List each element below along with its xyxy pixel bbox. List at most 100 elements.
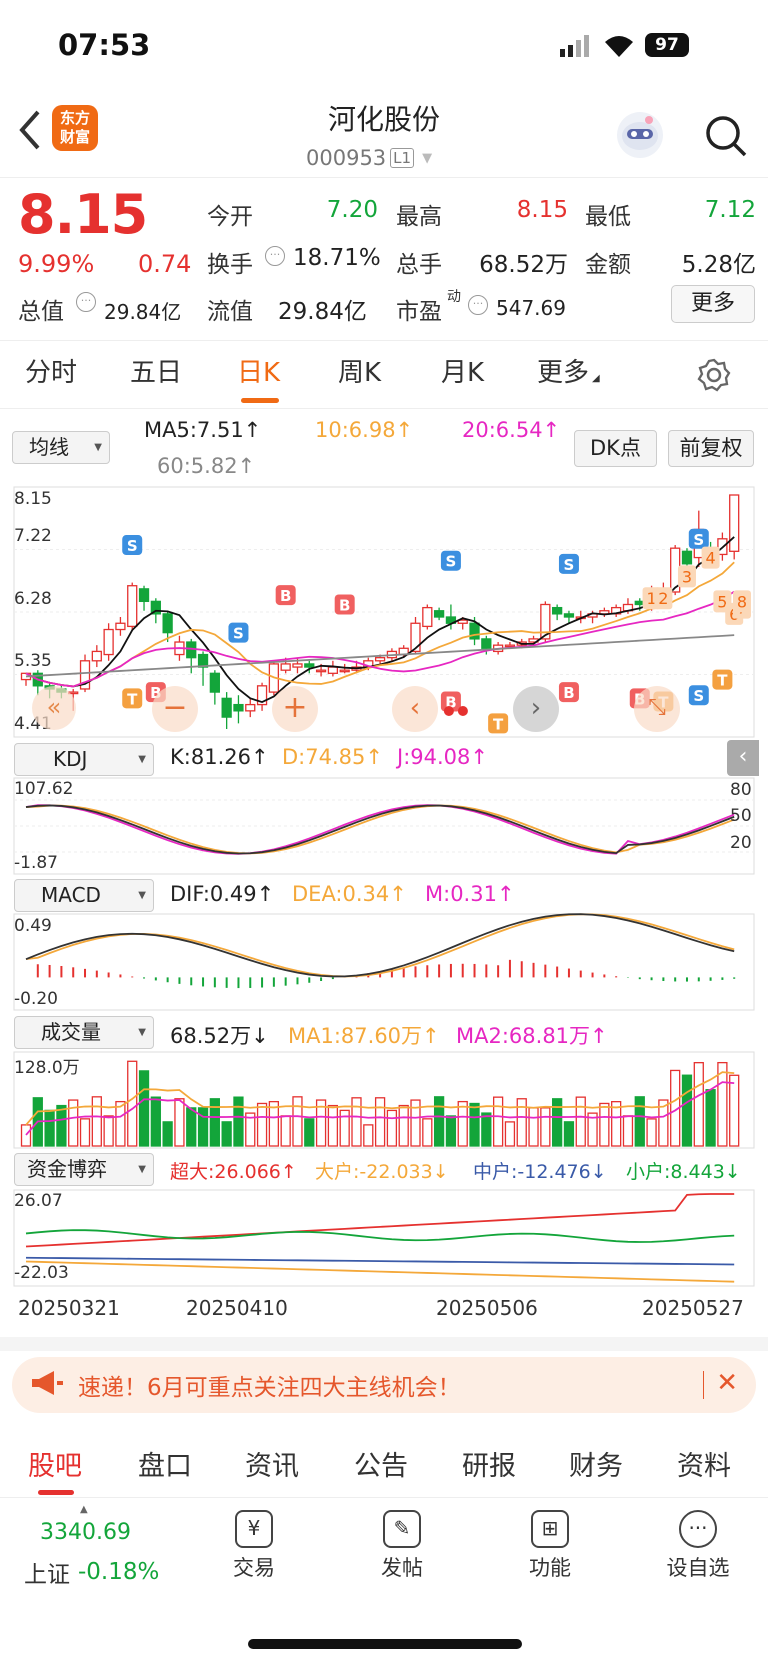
info-icon[interactable]: ···: [76, 292, 96, 312]
svg-text:B: B: [339, 596, 350, 614]
tab-2[interactable]: 日K: [237, 352, 280, 403]
candle: [256, 682, 268, 711]
volume-label: 总手: [396, 252, 442, 278]
signal-marker: S: [122, 535, 143, 556]
info-icon[interactable]: ···: [468, 295, 488, 315]
date-label: 20250527: [642, 1296, 744, 1320]
volume-bar: [127, 1060, 138, 1147]
volume-bar: [386, 1109, 398, 1147]
funds-selector[interactable]: 资金博弈 ▼: [14, 1153, 154, 1186]
period-tabs: 分时 五日 日K 周K 月K 更多 ◢: [0, 352, 700, 403]
high-label: 最高: [396, 204, 442, 230]
event-dot: [457, 706, 468, 716]
zoom-out-button[interactable]: −: [152, 686, 198, 732]
content-tab-6[interactable]: 资料: [677, 1444, 731, 1483]
megaphone-icon: [30, 1370, 64, 1400]
signal-marker: S: [688, 685, 709, 706]
battery-icon: 97: [645, 33, 689, 57]
toolbar-post[interactable]: ✎ 发帖: [328, 1510, 476, 1582]
tab-4[interactable]: 月K: [441, 352, 484, 389]
scroll-left-button[interactable]: «: [32, 686, 76, 730]
content-tab-0[interactable]: 股吧: [28, 1444, 82, 1495]
volume-bar: [705, 1089, 716, 1147]
collapse-panel-button[interactable]: ‹: [727, 740, 759, 776]
ma-selector-label: 均线: [29, 435, 69, 459]
funds-chart: [13, 1189, 755, 1287]
candle: [221, 692, 232, 729]
volume-bar: [729, 1074, 740, 1147]
volume-bar: [209, 1098, 220, 1147]
toolbar-function[interactable]: ⊞ 功能: [476, 1510, 624, 1582]
volume-bar: [103, 1115, 114, 1147]
ma60-line: [25, 634, 735, 678]
index-name: 上证: [24, 1562, 70, 1588]
kdj-selector[interactable]: KDJ ▼: [14, 743, 154, 776]
high-value: 8.15: [516, 197, 568, 223]
volume-bar: [174, 1098, 185, 1147]
wave-number: 4: [701, 546, 720, 569]
tab-1[interactable]: 五日: [130, 352, 182, 389]
dk-point-button[interactable]: DK点: [574, 430, 657, 467]
volume-selector[interactable]: 成交量 ▼: [14, 1016, 154, 1049]
ma-selector[interactable]: 均线 ▼: [12, 431, 110, 464]
macd-m-value: M:0.31↑: [425, 882, 515, 906]
signal-marker: T: [122, 688, 143, 709]
volume-bar: [563, 1121, 575, 1147]
tab-5[interactable]: 更多 ◢: [537, 352, 600, 389]
kdj-axis-top: 107.62: [14, 779, 74, 799]
volume-bar: [528, 1107, 539, 1147]
search-icon[interactable]: [704, 114, 748, 162]
robot-assistant-icon[interactable]: [617, 112, 663, 158]
active-tab-underline: [38, 1490, 74, 1495]
post-icon: ✎: [383, 1510, 421, 1548]
axis-label: 7.22: [14, 526, 52, 546]
expand-icon[interactable]: ⤡: [634, 686, 680, 732]
axis-label: 6.28: [14, 589, 52, 609]
pe-label: 市盈: [396, 299, 442, 325]
volume-bar: [280, 1115, 291, 1147]
macd-selector[interactable]: MACD ▼: [14, 879, 154, 912]
candle: [611, 604, 622, 618]
volume-bar: [457, 1100, 468, 1147]
index-value[interactable]: 3340.69: [40, 1520, 131, 1545]
macd-dif-line: [25, 913, 735, 978]
svg-text:S: S: [564, 556, 575, 574]
wifi-icon: [602, 32, 636, 62]
kdj-level-50: 50: [730, 806, 752, 826]
macd-selector-label: MACD: [41, 883, 101, 907]
volume-bar: [575, 1096, 586, 1147]
toolbar-add-watchlist[interactable]: ··· 设自选: [624, 1510, 768, 1582]
next-button[interactable]: ›: [513, 686, 559, 732]
toolbar-label: 发帖: [381, 1556, 423, 1580]
index-row[interactable]: 上证 -0.18%: [24, 1555, 159, 1589]
news-banner[interactable]: 速递！6月可重点关注四大主线机会！ ✕: [12, 1357, 756, 1413]
close-icon[interactable]: ✕: [716, 1368, 738, 1398]
kdj-selector-label: KDJ: [53, 747, 88, 771]
tab-0[interactable]: 分时: [25, 352, 77, 389]
svg-text:S: S: [127, 537, 138, 555]
toolbar-trade[interactable]: ¥ 交易: [180, 1510, 328, 1582]
content-tab-2[interactable]: 资讯: [245, 1444, 299, 1483]
volume-bar: [599, 1102, 610, 1147]
prev-button[interactable]: ‹: [392, 686, 438, 732]
adjust-button[interactable]: 前复权: [668, 430, 754, 467]
info-icon[interactable]: ···: [265, 246, 285, 266]
settings-icon[interactable]: [697, 358, 731, 396]
svg-text:T: T: [493, 715, 504, 733]
tab-3[interactable]: 周K: [338, 352, 381, 389]
more-button[interactable]: 更多: [671, 285, 755, 323]
zoom-in-button[interactable]: +: [272, 686, 318, 732]
kdj-level-80: 80: [730, 780, 752, 800]
signal-marker: B: [275, 585, 296, 606]
content-tab-5[interactable]: 财务: [569, 1444, 623, 1483]
kdj-level-20: 20: [730, 833, 752, 853]
kdj-chart: [13, 777, 755, 875]
stock-code-row[interactable]: 000953 L1 ▼: [306, 146, 432, 170]
kdj-k-value: K:81.26↑: [170, 745, 269, 769]
content-tab-3[interactable]: 公告: [354, 1444, 408, 1483]
kdj-d-value: D:74.85↑: [282, 745, 383, 769]
content-tab-4[interactable]: 研报: [462, 1444, 516, 1483]
volume-bar: [693, 1062, 704, 1147]
content-tab-1[interactable]: 盘口: [138, 1444, 192, 1483]
volume-bar: [469, 1102, 480, 1147]
